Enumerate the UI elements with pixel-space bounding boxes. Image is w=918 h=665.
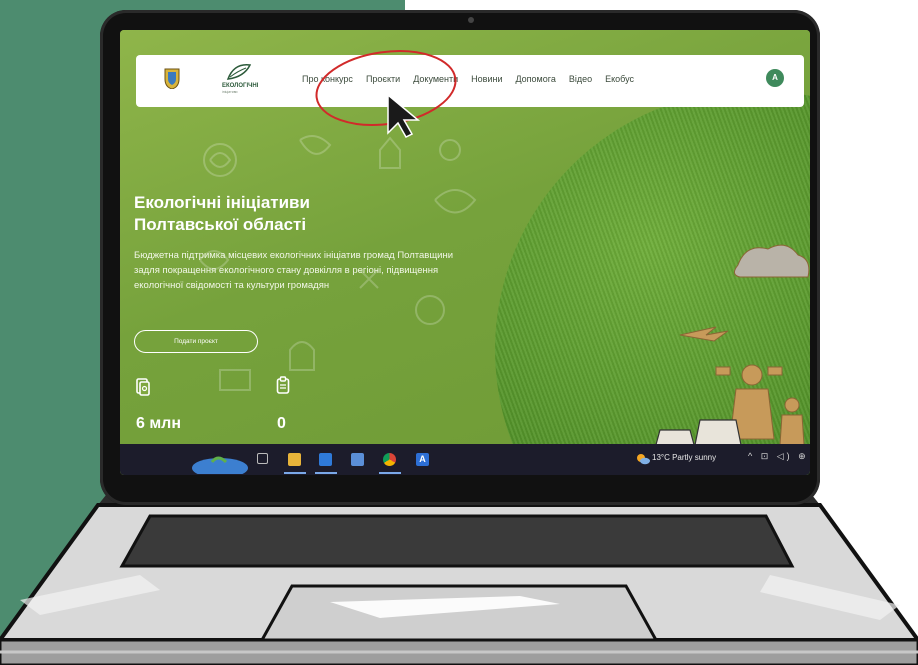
- brand-name: ЕКОЛОГІЧНІ: [222, 83, 259, 89]
- file-explorer-icon[interactable]: [288, 453, 301, 466]
- user-avatar-button[interactable]: А: [766, 69, 784, 87]
- mail-active-indicator: [315, 472, 337, 474]
- nav-item-news[interactable]: Новини: [471, 74, 502, 84]
- text-editor-icon[interactable]: A: [416, 453, 429, 466]
- hero-title: Екологічні ініціативи Полтавської област…: [134, 192, 414, 236]
- desktop-peek-icon: [192, 456, 248, 474]
- file-explorer-active-indicator: [284, 472, 306, 474]
- money-icon: [136, 378, 150, 396]
- weather-text[interactable]: 13°C Partly sunny: [652, 453, 716, 462]
- stat-projects-value: 0: [277, 415, 286, 432]
- submit-project-button[interactable]: Подати проєкт: [134, 330, 258, 353]
- weather-icon: [637, 454, 650, 465]
- mail-icon[interactable]: [319, 453, 332, 466]
- system-tray-icons[interactable]: ^ ⊡ ◁) ⊕: [748, 451, 809, 462]
- chrome-active-indicator: [379, 472, 401, 474]
- hero-title-line1: Екологічні ініціативи: [134, 193, 310, 212]
- webcam-icon: [468, 17, 474, 23]
- brand-subtitle: ініціативи: [222, 90, 238, 94]
- task-view-icon[interactable]: [257, 453, 268, 464]
- laptop-screen: ЕКОЛОГІЧНІ ініціативи Про конкурс Проєкт…: [120, 30, 810, 475]
- leaf-logo-icon: [226, 64, 252, 80]
- brand-logo[interactable]: ЕКОЛОГІЧНІ ініціативи: [222, 63, 272, 99]
- mouse-pointer-icon: [387, 93, 421, 138]
- top-navigation-bar: ЕКОЛОГІЧНІ ініціативи Про конкурс Проєкт…: [136, 55, 804, 107]
- hero-description: Бюджетна підтримка місцевих екологічних …: [134, 250, 454, 291]
- hero-title-line2: Полтавської області: [134, 215, 307, 234]
- nav-item-ecobus[interactable]: Екобус: [605, 74, 634, 84]
- chrome-icon[interactable]: [383, 453, 396, 466]
- windows-taskbar: A 13°C Partly sunny ^ ⊡ ◁) ⊕: [120, 444, 810, 475]
- nav-item-video[interactable]: Відео: [569, 74, 592, 84]
- coat-of-arms-icon[interactable]: [164, 67, 180, 89]
- stat-budget-value: 6 млн: [136, 415, 182, 432]
- clipboard-icon: [276, 376, 290, 394]
- calculator-icon[interactable]: [351, 453, 364, 466]
- nav-item-help[interactable]: Допомога: [515, 74, 555, 84]
- family-cutout-illustration: [653, 244, 810, 453]
